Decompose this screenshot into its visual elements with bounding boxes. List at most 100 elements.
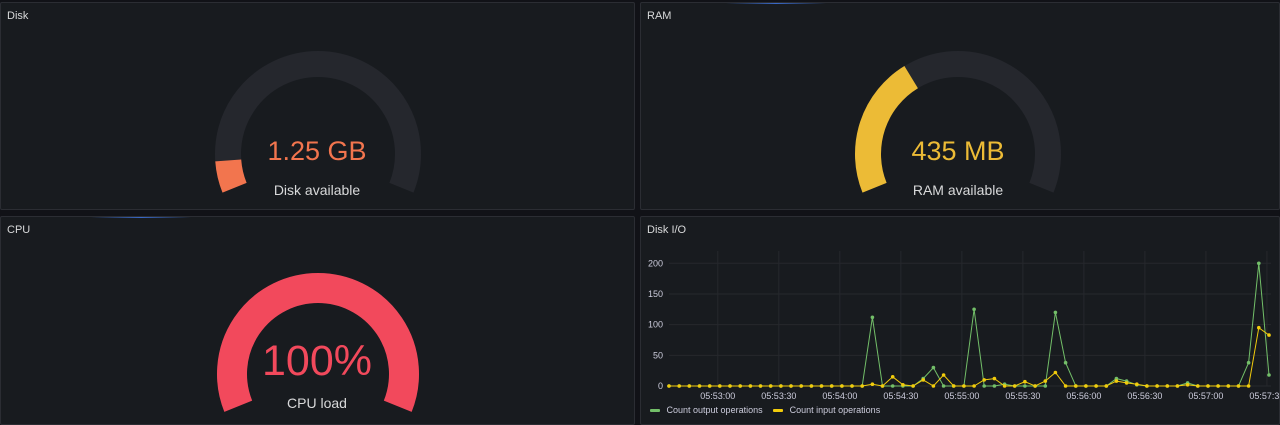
ram-gauge-label: RAM available xyxy=(912,182,1004,198)
data-point xyxy=(829,384,834,388)
data-point xyxy=(748,384,753,388)
data-point xyxy=(1175,384,1180,388)
data-point xyxy=(687,384,692,388)
disk-gauge-track xyxy=(215,51,421,193)
data-point xyxy=(1267,333,1271,337)
data-point xyxy=(1084,384,1088,388)
data-point xyxy=(1124,381,1129,385)
data-point xyxy=(1094,384,1098,388)
data-point xyxy=(1246,360,1251,365)
data-point xyxy=(1236,384,1241,388)
data-point xyxy=(1257,325,1261,330)
data-point xyxy=(677,384,681,388)
chart-legend: Count output operations Count input oper… xyxy=(650,405,880,415)
legend-item-input[interactable]: Count input operations xyxy=(773,405,880,415)
x-tick-label: 05:56:00 xyxy=(1066,391,1101,401)
data-point xyxy=(911,384,915,388)
data-point xyxy=(789,384,793,388)
y-tick-label: 200 xyxy=(648,258,663,268)
data-point xyxy=(1043,384,1048,388)
disk-gauge-value: 1.25 GB xyxy=(267,136,367,166)
data-point xyxy=(1226,384,1231,388)
x-tick-label: 05:55:00 xyxy=(944,391,979,401)
data-point xyxy=(707,384,712,388)
data-point xyxy=(941,373,946,377)
data-point xyxy=(1063,360,1068,365)
data-point xyxy=(982,384,986,388)
disk-gauge xyxy=(215,51,421,193)
data-point xyxy=(779,384,783,388)
legend-label: Count input operations xyxy=(789,405,881,415)
data-point xyxy=(931,365,936,370)
data-point xyxy=(1043,379,1048,383)
data-point xyxy=(667,384,671,388)
data-point xyxy=(1033,384,1037,388)
data-point xyxy=(1053,310,1058,315)
data-point xyxy=(890,384,895,388)
data-point xyxy=(1257,261,1261,266)
data-point xyxy=(1114,379,1119,383)
data-point xyxy=(1002,384,1007,388)
data-point xyxy=(880,384,885,388)
data-point xyxy=(718,384,722,388)
data-point xyxy=(1023,384,1027,388)
diskio-panel: Disk I/O 0 50 100 150 200 05:53:00 05:53:30 05… xyxy=(640,216,1280,425)
data-point xyxy=(951,384,956,388)
disk-panel: Disk 1.25 GB Disk available xyxy=(0,2,635,210)
x-tick-label: 05:53:00 xyxy=(700,391,735,401)
data-point xyxy=(992,376,997,381)
data-point xyxy=(890,375,895,379)
data-point xyxy=(850,384,854,388)
data-point xyxy=(1267,373,1271,377)
data-point xyxy=(1155,384,1159,388)
data-point xyxy=(1206,384,1210,388)
legend-swatch xyxy=(773,409,784,413)
y-tick-label: 150 xyxy=(648,289,663,299)
data-point xyxy=(1074,384,1078,388)
ram-gauge xyxy=(855,51,1061,193)
data-point xyxy=(1216,384,1220,388)
cpu-gauge-label: CPU load xyxy=(287,395,347,411)
cpu-gauge xyxy=(217,273,419,412)
data-point xyxy=(870,382,875,386)
data-point xyxy=(1246,384,1251,388)
data-point xyxy=(860,384,864,388)
x-tick-label: 05:56:30 xyxy=(1127,391,1162,401)
data-point xyxy=(728,384,732,388)
data-point xyxy=(901,383,905,387)
data-point xyxy=(1185,383,1190,387)
data-point xyxy=(1053,370,1058,375)
data-point xyxy=(982,378,986,382)
data-point xyxy=(738,384,742,388)
data-point xyxy=(799,384,803,388)
data-point xyxy=(1145,384,1149,388)
legend-item-output[interactable]: Count output operations xyxy=(650,405,763,415)
data-point xyxy=(921,378,925,382)
data-point xyxy=(1023,379,1027,384)
x-tick-label: 05:53:30 xyxy=(761,391,796,401)
x-tick-label: 05:57:00 xyxy=(1188,391,1223,401)
x-tick-label: 05:54:00 xyxy=(822,391,857,401)
data-point xyxy=(972,307,976,312)
y-tick-label: 50 xyxy=(653,350,663,360)
data-point xyxy=(931,384,936,388)
ram-gauge-value: 435 MB xyxy=(911,136,1005,166)
data-point xyxy=(962,384,966,388)
data-point xyxy=(1104,384,1109,388)
diskio-chart: 0 50 100 150 200 05:53:00 05:53:30 05:54:00 05:… xyxy=(648,251,1280,401)
disk-gauge-label: Disk available xyxy=(273,182,361,198)
cpu-gauge-value: 100% xyxy=(262,337,372,385)
legend-swatch xyxy=(650,409,660,413)
data-point xyxy=(768,384,773,388)
x-tick-label: 05:57:30 xyxy=(1249,391,1280,401)
legend-label: Count output operations xyxy=(666,405,763,415)
ram-gauge-fill xyxy=(855,66,919,193)
data-point xyxy=(840,384,844,388)
data-point xyxy=(941,384,946,388)
data-point xyxy=(972,384,976,388)
data-point xyxy=(758,384,763,388)
data-point xyxy=(1135,382,1139,386)
data-point xyxy=(809,384,814,388)
cpu-panel: CPU 100% CPU load xyxy=(0,216,635,425)
series-line-input xyxy=(669,326,1270,387)
